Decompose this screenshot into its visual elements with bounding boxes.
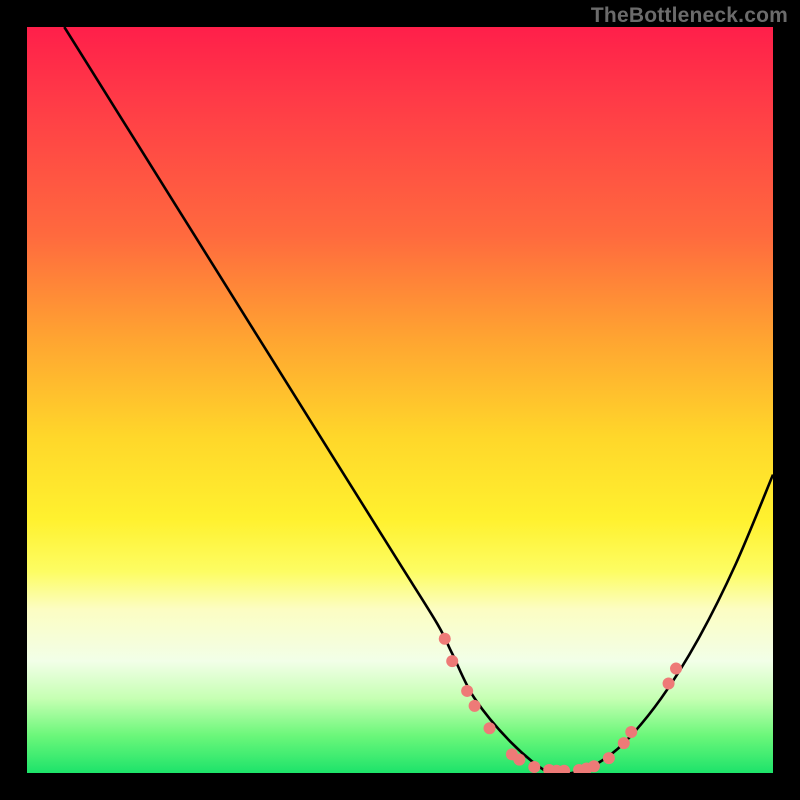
plot-area bbox=[27, 27, 773, 773]
chart-container: TheBottleneck.com bbox=[0, 0, 800, 800]
heatmap-background bbox=[27, 27, 773, 773]
watermark-text: TheBottleneck.com bbox=[591, 4, 788, 28]
